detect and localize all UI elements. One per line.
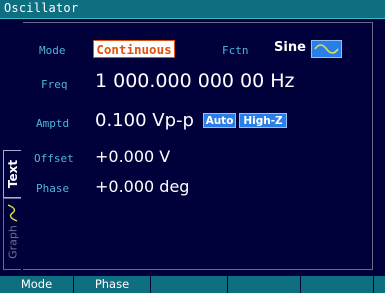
softkey-5[interactable] bbox=[301, 276, 374, 293]
function-value[interactable]: Sine bbox=[274, 40, 306, 55]
tab-graph-label: Graph bbox=[6, 225, 19, 260]
tab-text[interactable]: Text bbox=[3, 150, 21, 198]
high-z-load-badge: High-Z bbox=[239, 113, 287, 128]
amplitude-value[interactable]: 0.100 Vp-p bbox=[95, 110, 194, 131]
phase-label: Phase bbox=[36, 182, 70, 195]
mode-value-field[interactable]: Continuous bbox=[93, 40, 175, 58]
tab-graph[interactable]: Graph bbox=[3, 198, 21, 270]
softkey-1[interactable]: Mode bbox=[0, 276, 74, 293]
graph-wave-icon bbox=[7, 204, 18, 222]
softkey-3[interactable] bbox=[151, 276, 228, 293]
auto-range-badge: Auto bbox=[203, 113, 236, 128]
frequency-label: Freq bbox=[41, 78, 68, 91]
softkey-2[interactable]: Phase bbox=[74, 276, 151, 293]
mode-label: Mode bbox=[39, 44, 66, 57]
phase-value[interactable]: +0.000 deg bbox=[95, 177, 189, 196]
view-tabs: Text Graph bbox=[0, 150, 24, 270]
frequency-value[interactable]: 1 000.000 000 00 Hz bbox=[95, 70, 295, 92]
sine-wave-icon[interactable] bbox=[311, 40, 342, 58]
window-title: Oscillator bbox=[4, 1, 79, 15]
settings-panel bbox=[23, 22, 373, 270]
softkey-4[interactable] bbox=[228, 276, 301, 293]
oscillator-screen: Oscillator Text Graph Mode Continuous Fc… bbox=[0, 0, 385, 293]
tab-text-label: Text bbox=[5, 159, 20, 189]
offset-label: Offset bbox=[34, 152, 74, 165]
title-bar: Oscillator bbox=[0, 0, 385, 19]
function-label: Fctn bbox=[222, 44, 249, 57]
softkey-6[interactable] bbox=[374, 276, 385, 293]
softkey-bar: Mode Phase bbox=[0, 276, 385, 293]
amplitude-label: Amptd bbox=[36, 117, 70, 130]
offset-value[interactable]: +0.000 V bbox=[95, 147, 170, 166]
